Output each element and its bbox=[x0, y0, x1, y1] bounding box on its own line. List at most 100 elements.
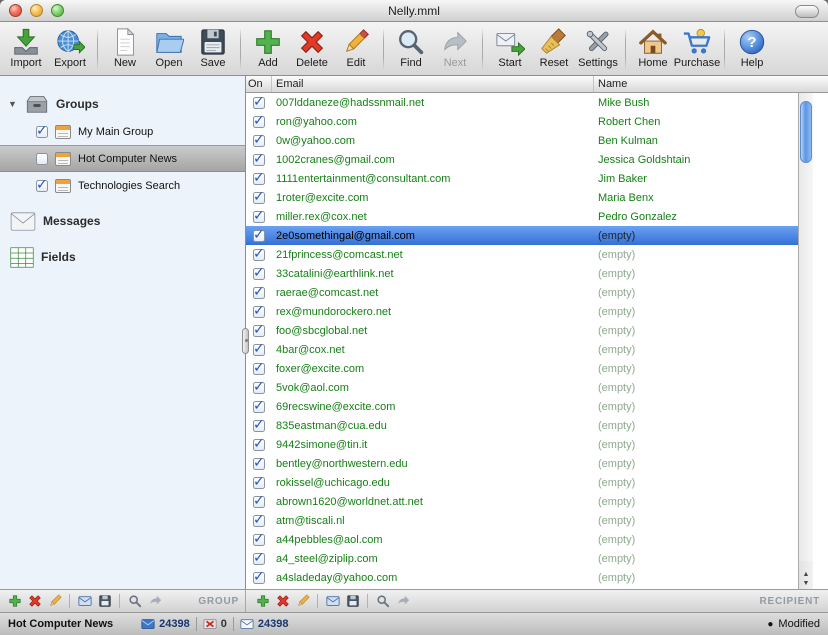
row-checkbox[interactable] bbox=[253, 268, 265, 280]
row-checkbox[interactable] bbox=[253, 420, 265, 432]
group-edit-button[interactable] bbox=[46, 593, 63, 610]
table-row[interactable]: 69recswine@excite.com(empty) bbox=[246, 397, 798, 416]
table-row[interactable]: 33catalini@earthlink.net(empty) bbox=[246, 264, 798, 283]
table-row[interactable]: rokissel@uchicago.edu(empty) bbox=[246, 473, 798, 492]
disclosure-triangle-icon[interactable]: ▼ bbox=[8, 99, 18, 109]
edit-button[interactable]: Edit bbox=[334, 25, 378, 69]
group-add-button[interactable] bbox=[6, 593, 23, 610]
group-delete-button[interactable] bbox=[26, 593, 43, 610]
row-on-cell[interactable] bbox=[246, 97, 272, 109]
recipient-delete-button[interactable] bbox=[274, 593, 291, 610]
row-on-cell[interactable] bbox=[246, 363, 272, 375]
row-on-cell[interactable] bbox=[246, 116, 272, 128]
row-on-cell[interactable] bbox=[246, 135, 272, 147]
row-on-cell[interactable] bbox=[246, 458, 272, 470]
table-row[interactable]: 4bar@cox.net(empty) bbox=[246, 340, 798, 359]
row-on-cell[interactable] bbox=[246, 344, 272, 356]
table-row[interactable]: raerae@comcast.net(empty) bbox=[246, 283, 798, 302]
table-row[interactable]: 1002cranes@gmail.comJessica Goldshtain bbox=[246, 150, 798, 169]
group-checkbox[interactable] bbox=[36, 126, 48, 138]
row-on-cell[interactable] bbox=[246, 572, 272, 584]
column-header-email[interactable]: Email bbox=[272, 76, 594, 92]
group-save-button[interactable] bbox=[96, 593, 113, 610]
row-checkbox[interactable] bbox=[253, 553, 265, 565]
row-on-cell[interactable] bbox=[246, 306, 272, 318]
row-checkbox[interactable] bbox=[253, 496, 265, 508]
scroll-up-arrow-icon[interactable]: ▲ bbox=[803, 571, 810, 578]
scroll-down-arrow-icon[interactable]: ▼ bbox=[803, 580, 810, 587]
home-button[interactable]: Home bbox=[631, 25, 675, 69]
table-row[interactable]: foxer@excite.com(empty) bbox=[246, 359, 798, 378]
sidebar-section-groups[interactable]: ▼ Groups bbox=[0, 90, 245, 118]
table-row[interactable]: ron@yahoo.comRobert Chen bbox=[246, 112, 798, 131]
row-checkbox[interactable] bbox=[253, 173, 265, 185]
row-checkbox[interactable] bbox=[253, 477, 265, 489]
row-on-cell[interactable] bbox=[246, 173, 272, 185]
table-row[interactable]: 9442simone@tin.it(empty) bbox=[246, 435, 798, 454]
vertical-scrollbar[interactable]: ▲ ▼ bbox=[798, 93, 813, 589]
recipient-save-button[interactable] bbox=[344, 593, 361, 610]
sidebar-group-my-main-group[interactable]: My Main Group bbox=[0, 118, 245, 145]
row-checkbox[interactable] bbox=[253, 230, 265, 242]
sidebar-group-technologies-search[interactable]: Technologies Search bbox=[0, 172, 245, 199]
next-button[interactable]: Next bbox=[433, 25, 477, 69]
row-checkbox[interactable] bbox=[253, 401, 265, 413]
row-checkbox[interactable] bbox=[253, 534, 265, 546]
row-checkbox[interactable] bbox=[253, 325, 265, 337]
row-checkbox[interactable] bbox=[253, 211, 265, 223]
row-checkbox[interactable] bbox=[253, 344, 265, 356]
row-checkbox[interactable] bbox=[253, 363, 265, 375]
column-header-on[interactable]: On bbox=[246, 76, 272, 92]
row-on-cell[interactable] bbox=[246, 249, 272, 261]
row-on-cell[interactable] bbox=[246, 230, 272, 242]
row-on-cell[interactable] bbox=[246, 154, 272, 166]
title-bar[interactable]: Nelly.mml bbox=[0, 0, 828, 22]
column-header-name[interactable]: Name bbox=[594, 76, 828, 92]
find-button[interactable]: Find bbox=[389, 25, 433, 69]
table-row[interactable]: bentley@northwestern.edu(empty) bbox=[246, 454, 798, 473]
row-on-cell[interactable] bbox=[246, 420, 272, 432]
group-mail-button[interactable] bbox=[76, 593, 93, 610]
recipient-undo-button[interactable] bbox=[394, 593, 411, 610]
table-row[interactable]: 2e0somethingal@gmail.com(empty) bbox=[246, 226, 798, 245]
recipient-mail-button[interactable] bbox=[324, 593, 341, 610]
table-row[interactable]: 835eastman@cua.edu(empty) bbox=[246, 416, 798, 435]
row-on-cell[interactable] bbox=[246, 325, 272, 337]
table-row[interactable]: 0w@yahoo.comBen Kulman bbox=[246, 131, 798, 150]
minimize-button[interactable] bbox=[30, 4, 43, 17]
table-row[interactable]: atm@tiscali.nl(empty) bbox=[246, 511, 798, 530]
table-row[interactable]: 1111entertainment@consultant.comJim Bake… bbox=[246, 169, 798, 188]
table-row[interactable]: a4sladeday@yahoo.com(empty) bbox=[246, 568, 798, 587]
row-on-cell[interactable] bbox=[246, 192, 272, 204]
toolbar-toggle-button[interactable] bbox=[795, 5, 819, 18]
group-checkbox[interactable] bbox=[36, 153, 48, 165]
row-on-cell[interactable] bbox=[246, 515, 272, 527]
help-button[interactable]: ? Help bbox=[730, 25, 774, 69]
row-checkbox[interactable] bbox=[253, 192, 265, 204]
row-checkbox[interactable] bbox=[253, 97, 265, 109]
open-button[interactable]: Open bbox=[147, 25, 191, 69]
row-on-cell[interactable] bbox=[246, 553, 272, 565]
reset-button[interactable]: Reset bbox=[532, 25, 576, 69]
table-row[interactable]: a44pebbles@aol.com(empty) bbox=[246, 530, 798, 549]
table-row[interactable]: 1roter@excite.comMaria Benx bbox=[246, 188, 798, 207]
recipient-add-button[interactable] bbox=[254, 593, 271, 610]
new-button[interactable]: New bbox=[103, 25, 147, 69]
table-row[interactable]: rex@mundorockero.net(empty) bbox=[246, 302, 798, 321]
delete-button[interactable]: Delete bbox=[290, 25, 334, 69]
table-row[interactable]: miller.rex@cox.netPedro Gonzalez bbox=[246, 207, 798, 226]
sidebar-group-hot-computer-news[interactable]: Hot Computer News bbox=[0, 145, 245, 172]
row-on-cell[interactable] bbox=[246, 477, 272, 489]
group-find-button[interactable] bbox=[126, 593, 143, 610]
table-row[interactable]: 5vok@aol.com(empty) bbox=[246, 378, 798, 397]
table-row[interactable]: 21fprincess@comcast.net(empty) bbox=[246, 245, 798, 264]
row-on-cell[interactable] bbox=[246, 401, 272, 413]
import-button[interactable]: Import bbox=[4, 25, 48, 69]
sidebar-item-messages[interactable]: Messages bbox=[0, 207, 245, 235]
group-checkbox[interactable] bbox=[36, 180, 48, 192]
row-checkbox[interactable] bbox=[253, 458, 265, 470]
scrollbar-thumb[interactable] bbox=[800, 101, 812, 163]
add-button[interactable]: Add bbox=[246, 25, 290, 69]
row-checkbox[interactable] bbox=[253, 572, 265, 584]
start-button[interactable]: Start bbox=[488, 25, 532, 69]
